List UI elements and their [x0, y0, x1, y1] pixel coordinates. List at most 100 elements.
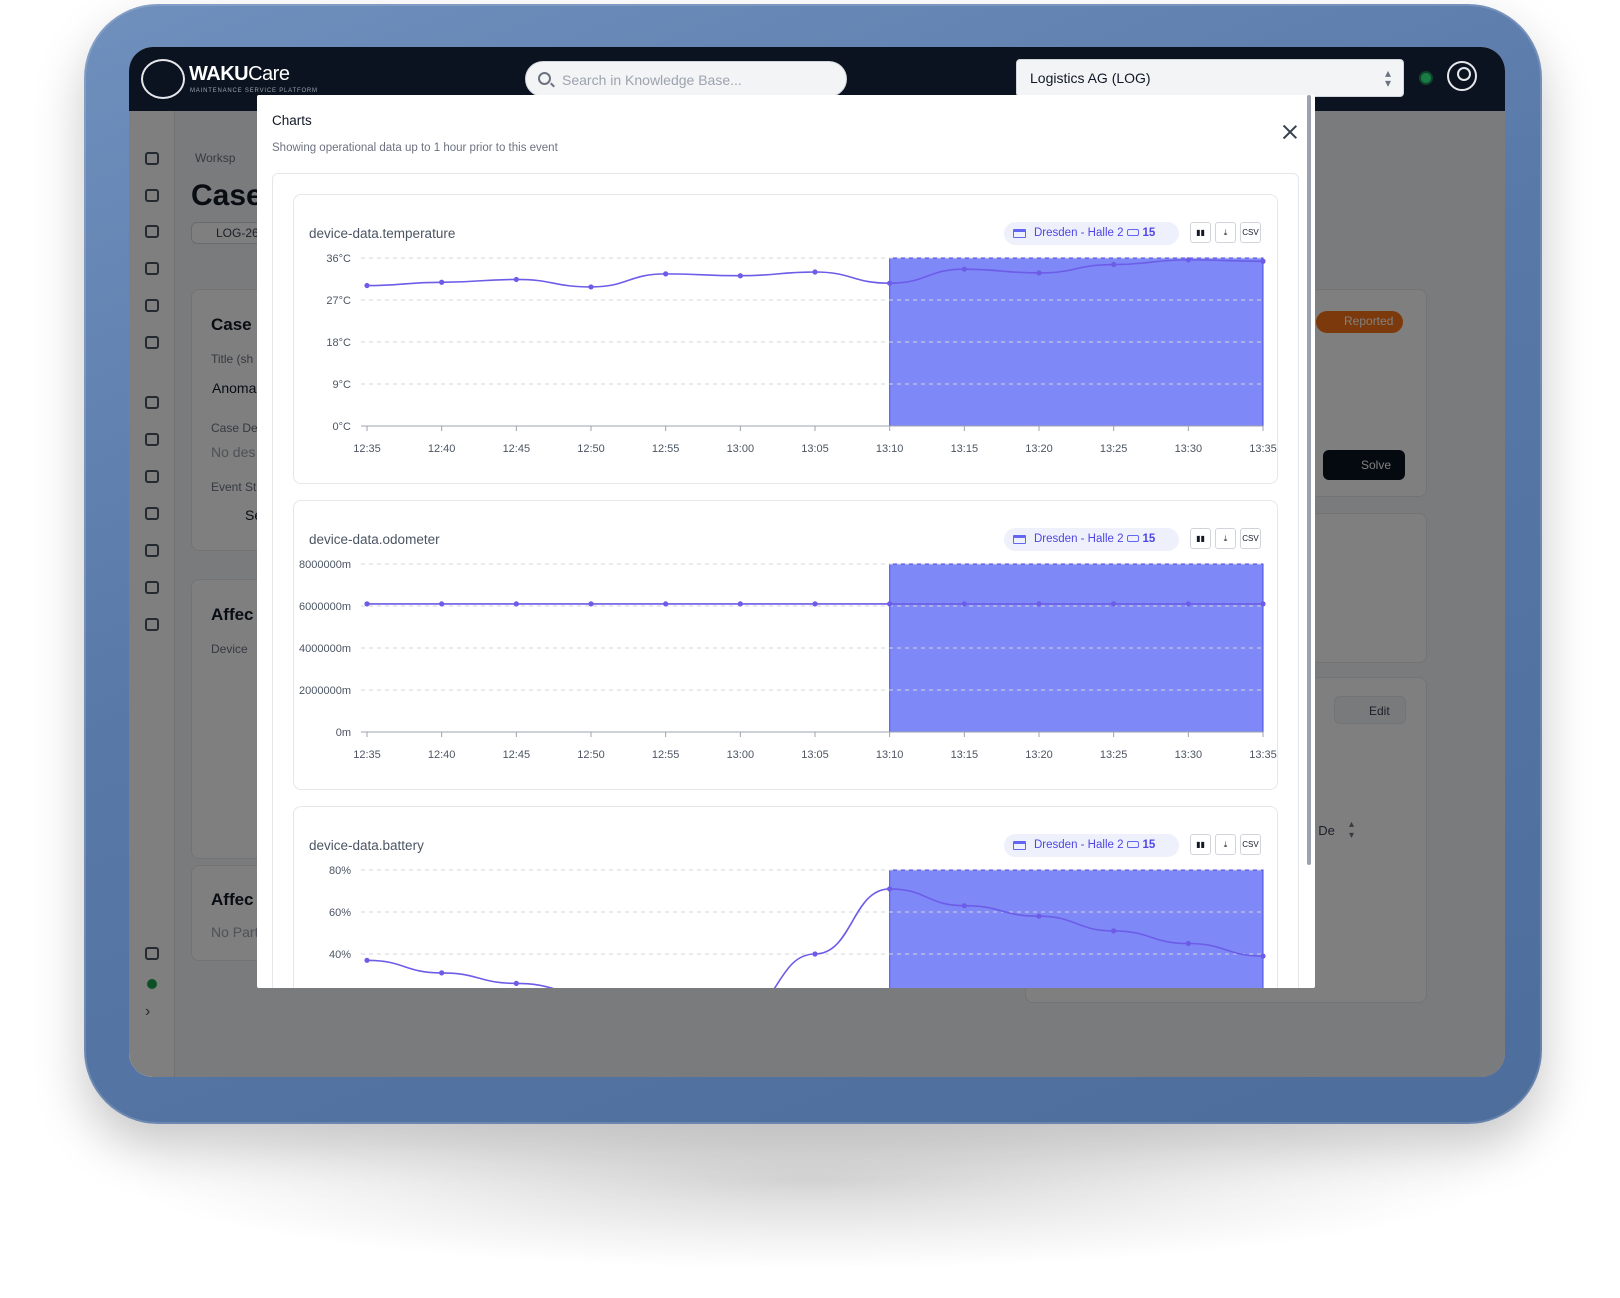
location-name: Dresden - Halle 2: [1034, 227, 1124, 239]
csv-export-icon[interactable]: CSV: [1240, 528, 1261, 549]
x-tick-label: 13:00: [727, 749, 755, 761]
data-point[interactable]: [1111, 261, 1117, 268]
truck-icon: [1127, 229, 1140, 236]
warehouse-icon: [1013, 841, 1026, 850]
x-tick-label: 13:10: [876, 443, 904, 455]
data-point[interactable]: [961, 601, 967, 607]
data-point[interactable]: [663, 601, 669, 607]
warehouse-icon: [1013, 535, 1026, 544]
data-point[interactable]: [439, 279, 445, 285]
battery-chart: 40%60%80%12:3512:4012:4512:5012:5513:001…: [329, 865, 1266, 988]
search-placeholder: Search in Knowledge Base...: [562, 72, 742, 88]
user-avatar-icon[interactable]: [1447, 61, 1477, 91]
y-tick-label: 36°C: [326, 253, 351, 265]
brand-subtitle: MAINTENANCE SERVICE PLATFORM: [190, 88, 318, 94]
data-point[interactable]: [1185, 257, 1191, 263]
data-point[interactable]: [737, 601, 743, 607]
search-icon: [538, 72, 551, 85]
data-point[interactable]: [1036, 601, 1042, 607]
x-tick-label: 13:15: [951, 443, 979, 455]
data-point[interactable]: [1185, 601, 1191, 607]
truck-icon: [1127, 841, 1140, 848]
data-point[interactable]: [364, 957, 370, 963]
y-tick-label: 6000000m: [299, 601, 351, 613]
data-point[interactable]: [812, 601, 818, 607]
temperature-chart: 0°C 9°C 18°C 27°C 36°C 12:35 12:40 12:45 12:50 12…: [326, 253, 1276, 455]
brand-light: Care: [248, 63, 290, 85]
x-tick-label: 12:50: [577, 749, 605, 761]
data-point[interactable]: [513, 980, 519, 986]
data-point[interactable]: [812, 951, 818, 957]
data-point[interactable]: [1111, 601, 1117, 607]
data-point[interactable]: [812, 269, 818, 275]
bar-chart-icon[interactable]: ▮▮: [1190, 834, 1211, 855]
export-image-icon[interactable]: ⤓: [1215, 834, 1236, 855]
csv-export-icon[interactable]: CSV: [1240, 834, 1261, 855]
x-tick-label: 13:35: [1249, 749, 1277, 761]
x-tick-label: 12:35: [353, 443, 381, 455]
data-point[interactable]: [439, 601, 445, 607]
data-point[interactable]: [364, 282, 370, 289]
brand-main: WAKU: [189, 63, 249, 85]
logo-icon: [141, 59, 185, 99]
data-point[interactable]: [1185, 940, 1191, 947]
odometer-chart: 0m 2000000m 4000000m 6000000m 8000000m 12:35 1…: [299, 559, 1277, 761]
x-tick-label: 13:05: [801, 443, 829, 455]
y-tick-label: 27°C: [326, 295, 351, 307]
close-icon[interactable]: [1283, 125, 1297, 139]
y-tick-label: 0m: [336, 727, 351, 739]
data-point[interactable]: [961, 266, 967, 272]
data-point[interactable]: [439, 970, 445, 976]
data-point[interactable]: [887, 280, 893, 286]
data-point[interactable]: [1036, 270, 1042, 276]
data-point[interactable]: [364, 601, 370, 607]
x-tick-label: 12:45: [503, 749, 531, 761]
x-tick-label: 12:40: [428, 749, 456, 761]
location-badge[interactable]: Dresden - Halle 2 15: [1004, 834, 1179, 857]
chart-card-odometer: device-data.odometer Dresden - Halle 2 15…: [293, 500, 1278, 790]
export-image-icon[interactable]: ⤓: [1215, 528, 1236, 549]
data-point[interactable]: [737, 273, 743, 279]
data-point[interactable]: [961, 903, 967, 909]
logo-text: WAKUCare: [189, 63, 290, 86]
x-tick-label: 13:30: [1175, 749, 1203, 761]
data-point[interactable]: [1260, 258, 1266, 264]
location-badge[interactable]: Dresden - Halle 2 15: [1004, 528, 1179, 551]
x-tick-label: 12:55: [652, 443, 680, 455]
y-tick-label: 40%: [329, 949, 351, 961]
data-point[interactable]: [588, 601, 594, 607]
knowledge-base-search[interactable]: Search in Knowledge Base...: [525, 61, 847, 97]
modal-scrollbar[interactable]: [1307, 95, 1311, 865]
data-point[interactable]: [588, 284, 594, 290]
chart-title: device-data.temperature: [309, 226, 456, 241]
data-point[interactable]: [1036, 913, 1042, 919]
data-point[interactable]: [1111, 928, 1117, 934]
chart-title: device-data.battery: [309, 838, 424, 853]
data-point[interactable]: [1260, 953, 1266, 959]
location-name: Dresden - Halle 2: [1034, 533, 1124, 545]
data-point[interactable]: [887, 601, 893, 607]
bar-chart-icon[interactable]: ▮▮: [1190, 528, 1211, 549]
x-tick-label: 13:10: [876, 749, 904, 761]
data-point[interactable]: [513, 601, 519, 607]
y-tick-label: 8000000m: [299, 559, 351, 571]
x-tick-label: 12:35: [353, 749, 381, 761]
x-tick-label: 13:25: [1100, 443, 1128, 455]
export-image-icon[interactable]: ⤓: [1215, 222, 1236, 243]
organization-value: Logistics AG (LOG): [1030, 70, 1151, 86]
vehicle-count: 15: [1142, 227, 1156, 239]
data-point[interactable]: [887, 886, 893, 892]
screen: WAKUCare MAINTENANCE SERVICE PLATFORM Se…: [129, 47, 1505, 1077]
csv-export-icon[interactable]: CSV: [1240, 222, 1261, 243]
data-point[interactable]: [1260, 601, 1266, 607]
x-tick-label: 13:15: [951, 749, 979, 761]
x-tick-label: 13:20: [1025, 749, 1053, 761]
organization-select[interactable]: Logistics AG (LOG) ▴ ▾: [1016, 59, 1404, 97]
data-point[interactable]: [513, 276, 519, 283]
data-point[interactable]: [663, 271, 669, 277]
modal-subtitle: Showing operational data up to 1 hour pr…: [272, 142, 558, 154]
y-tick-label: 0°C: [333, 421, 352, 433]
bar-chart-icon[interactable]: ▮▮: [1190, 222, 1211, 243]
y-tick-label: 18°C: [326, 337, 351, 349]
location-badge[interactable]: Dresden - Halle 2 15: [1004, 222, 1179, 245]
